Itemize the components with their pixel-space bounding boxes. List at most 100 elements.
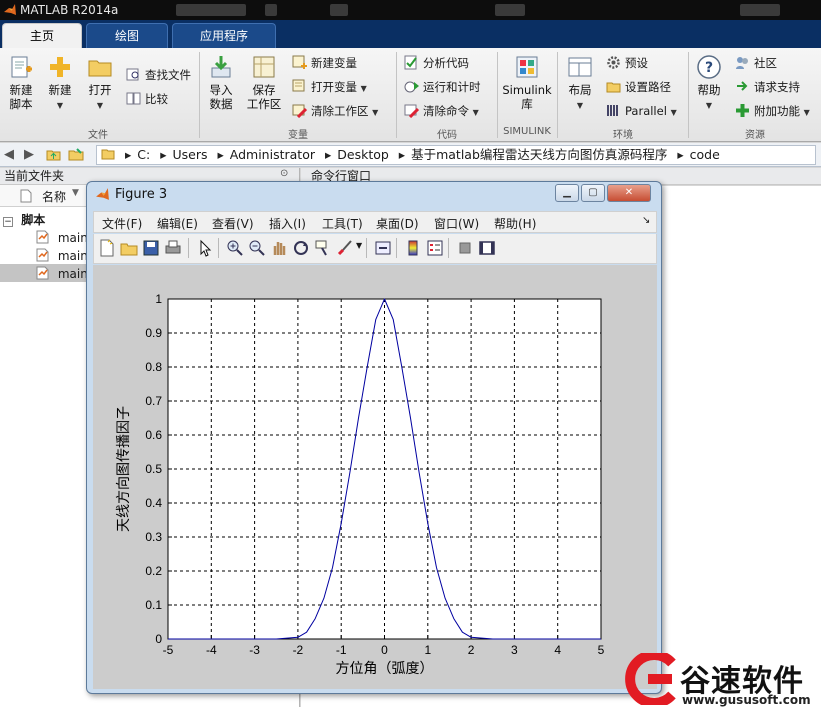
clear-workspace-button[interactable]: 清除工作区 ▼ [292,102,378,120]
save-workspace-button[interactable]: 保存 工作区 [243,54,285,111]
new-figure-icon[interactable] [98,239,116,257]
y-tick-label: 0.6 [145,428,162,442]
analyze-code-button[interactable]: 分析代码 [404,54,469,72]
run-time-icon [404,81,419,93]
simulink-library-button[interactable]: Simulink 库 [501,54,553,111]
new-button[interactable]: 新建 ▼ [42,54,78,113]
minimize-button[interactable]: ▁ [555,184,579,202]
open-button[interactable]: 打开 ▼ [82,54,118,113]
open-variable-button[interactable]: 打开变量 ▼ [292,78,367,96]
pan-hand-icon[interactable] [270,239,288,257]
up-folder-icon[interactable] [46,147,61,162]
menu-edit[interactable]: 编辑(E) [157,215,198,232]
tab-apps[interactable]: 应用程序 [172,23,276,48]
toolbar-divider [218,238,219,258]
panel-menu-icon[interactable]: ⊙ [280,168,288,179]
ribbon-tabs: 主页 绘图 应用程序 [0,20,821,48]
column-name-header[interactable]: 名称 [42,188,66,205]
y-tick-label: 0.7 [145,394,162,408]
dock-arrow-icon[interactable]: ↘ [642,215,650,226]
x-tick-label: 0 [381,643,388,657]
clear-commands-button[interactable]: 清除命令 ▼ [404,102,479,120]
save-icon[interactable] [142,239,160,257]
menu-window[interactable]: 窗口(W) [434,215,479,232]
x-tick-label: -2 [293,643,304,657]
print-icon[interactable] [164,239,182,257]
path-breadcrumb[interactable]: ▸ C: ▸ Users ▸ Administrator ▸ Desktop ▸ 基于ma… [96,145,816,165]
figure-menubar: 文件(F) 编辑(E) 查看(V) 插入(I) 工具(T) 桌面(D) 窗口(W… [93,211,657,233]
blurred-text [265,4,277,16]
community-icon [736,57,748,69]
menu-help[interactable]: 帮助(H) [494,215,536,232]
collapse-icon[interactable]: − [3,217,13,227]
community-button[interactable]: 社区 [735,54,777,72]
toolbar-divider [188,238,189,258]
zoom-out-icon[interactable] [248,239,266,257]
menu-view[interactable]: 查看(V) [212,215,254,232]
clear-workspace-icon [292,104,307,118]
new-script-button[interactable]: 新建 脚本 [2,54,40,111]
y-tick-label: 0.4 [145,496,162,510]
open-icon[interactable] [120,239,138,257]
breadcrumb-item[interactable]: Administrator [230,147,315,162]
breadcrumb-item[interactable]: 基于matlab编程雷达天线方向图仿真源码程序 [411,147,667,162]
colorbar-icon[interactable] [404,239,422,257]
analyze-code-icon [404,55,417,70]
chart-svg[interactable]: -5 -4 -3 -2 -1 0 1 2 3 4 5 0 0.1 0.2 0.3 0.4 0.5 0.6 0.7 0.… [93,265,657,689]
figure-window[interactable]: Figure 3 ▁ ▢ ✕ 文件(F) 编辑(E) 查看(V) 插入(I) 工… [86,181,662,694]
rotate-3d-icon[interactable] [292,239,310,257]
toolbar-divider [396,238,397,258]
add-ons-button[interactable]: 附加功能 ▼ [735,102,810,120]
plot-canvas[interactable]: -5 -4 -3 -2 -1 0 1 2 3 4 5 0 0.1 0.2 0.3 0.4 0.5 0.6 0.7 0.… [93,265,657,689]
request-support-button[interactable]: 请求支持 [735,78,800,96]
import-data-button[interactable]: 导入 数据 [203,54,239,111]
parallel-button[interactable]: Parallel ▼ [606,102,677,120]
breadcrumb-item[interactable]: code [690,147,720,162]
browse-folder-icon[interactable] [68,147,84,162]
data-cursor-icon[interactable] [314,239,332,257]
y-axis-label: 天线方向图传播因子 [116,406,132,532]
address-bar: ◀ ▶ ▸ C: ▸ Users ▸ Administrator ▸ Desktop ▸… [0,143,821,167]
brush-icon[interactable] [336,239,354,257]
m-file-icon [36,230,49,244]
preferences-button[interactable]: 预设 [606,54,648,72]
matlab-logo-icon [4,4,16,15]
forward-icon[interactable]: ▶ [24,147,34,162]
menu-insert[interactable]: 插入(I) [269,215,306,232]
compare-button[interactable]: 比较 [126,90,168,108]
menu-tools[interactable]: 工具(T) [322,215,363,232]
breadcrumb-item[interactable]: Desktop [337,147,389,162]
tree-group[interactable]: − 脚本 [3,211,45,229]
breadcrumb-item[interactable]: C: [137,147,150,162]
sort-arrow-icon[interactable]: ▼ [72,188,79,198]
new-variable-button[interactable]: 新建变量 [292,54,357,72]
back-icon[interactable]: ◀ [4,147,14,162]
brush-dropdown-icon[interactable]: ▼ [356,241,362,250]
zoom-in-icon[interactable] [226,239,244,257]
layout-button[interactable]: 布局 ▼ [563,54,597,113]
help-button[interactable]: ? 帮助 ▼ [692,54,726,113]
run-and-time-button[interactable]: 运行和计时 [404,78,481,96]
section-label-code: 代码 [437,130,457,141]
blurred-text [740,4,780,16]
menu-file[interactable]: 文件(F) [102,215,142,232]
section-label-resources: 资源 [745,130,765,141]
link-icon[interactable] [374,239,392,257]
find-files-button[interactable]: 查找文件 [126,66,191,84]
menu-desktop[interactable]: 桌面(D) [376,215,419,232]
hide-plot-tools-icon[interactable] [456,239,474,257]
y-tick-label: 0.8 [145,360,162,374]
set-path-button[interactable]: 设置路径 [606,78,671,96]
plus-icon [50,57,70,77]
show-plot-tools-icon[interactable] [478,239,496,257]
close-button[interactable]: ✕ [607,184,651,202]
pointer-icon[interactable] [196,239,214,257]
breadcrumb-item[interactable]: Users [172,147,207,162]
toolbar-divider [448,238,449,258]
blurred-text [495,4,525,16]
maximize-button[interactable]: ▢ [581,184,605,202]
x-tick-label: 3 [511,643,518,657]
tab-home[interactable]: 主页 [2,23,82,48]
tab-plots[interactable]: 绘图 [86,23,168,48]
legend-icon[interactable] [426,239,444,257]
